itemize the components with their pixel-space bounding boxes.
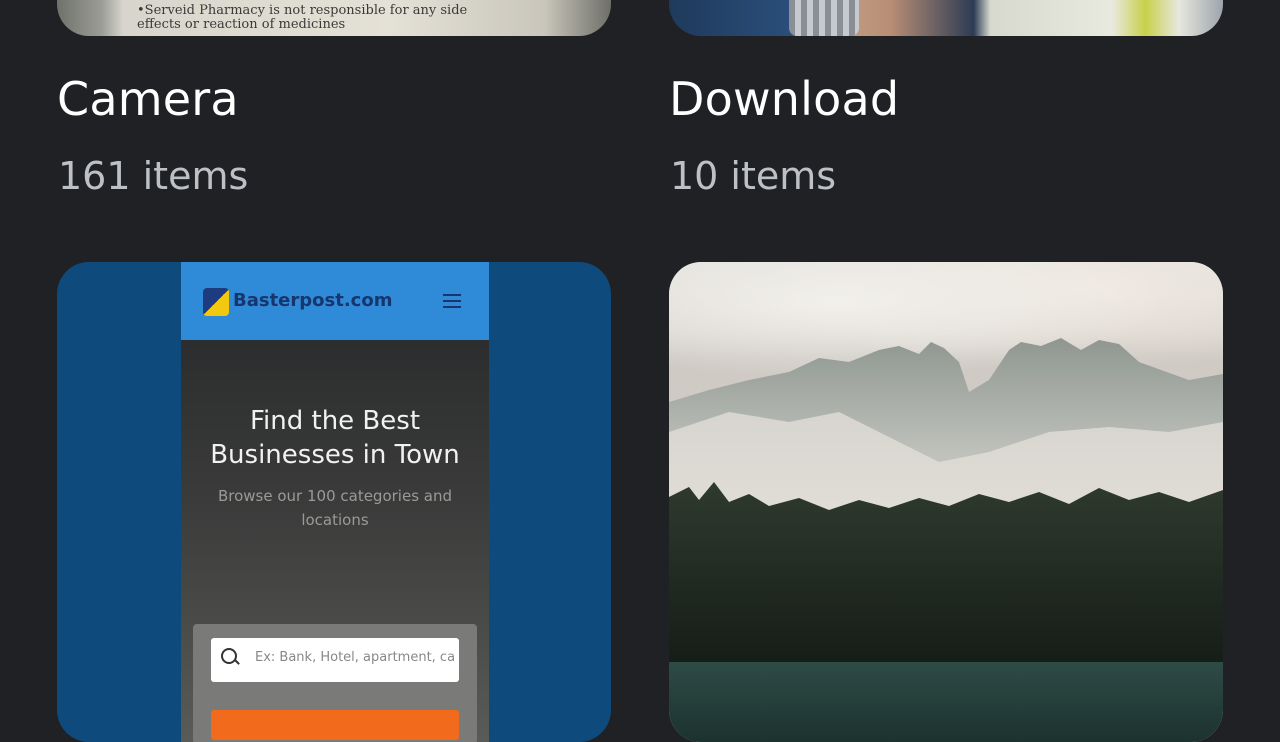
album-title-camera[interactable]: Camera	[57, 72, 239, 126]
album-thumbnail-landscape[interactable]	[669, 262, 1223, 742]
screenshot-hero-subtext: Browse our 100 categories and locations	[217, 487, 453, 529]
site-logo-text: Basterpost.com	[233, 290, 393, 311]
screenshot-site-header: Basterpost.com	[181, 262, 489, 340]
hamburger-menu-icon	[443, 294, 461, 308]
landscape-illustration	[669, 338, 1223, 742]
site-logo-icon	[203, 288, 229, 316]
album-count-download: 10 items	[670, 154, 837, 198]
album-thumbnail-download[interactable]	[669, 0, 1223, 36]
screenshot-search-placeholder: Ex: Bank, Hotel, apartment, ca	[255, 650, 456, 665]
album-thumbnail-screenshot[interactable]: Basterpost.com Find the Best Businesses …	[57, 262, 611, 742]
album-thumbnail-camera[interactable]: •Serveid Pharmacy is not responsible for…	[57, 0, 611, 36]
thumbnail-paper-text: •Serveid Pharmacy is not responsible for…	[137, 3, 468, 32]
screenshot-search-panel: Ex: Bank, Hotel, apartment, ca	[193, 624, 477, 742]
lake	[669, 662, 1223, 742]
screenshot-search-button	[211, 710, 459, 740]
forest	[669, 482, 1223, 672]
screenshot-search-box: Ex: Bank, Hotel, apartment, ca	[211, 638, 459, 682]
album-title-download[interactable]: Download	[669, 72, 899, 126]
search-icon	[221, 648, 237, 664]
screenshot-phone-frame: Basterpost.com Find the Best Businesses …	[181, 262, 489, 742]
screenshot-hero-title: Find the Best Businesses in Town	[210, 406, 460, 470]
thumbnail-watch-detail	[789, 0, 859, 36]
album-count-camera: 161 items	[58, 154, 249, 198]
